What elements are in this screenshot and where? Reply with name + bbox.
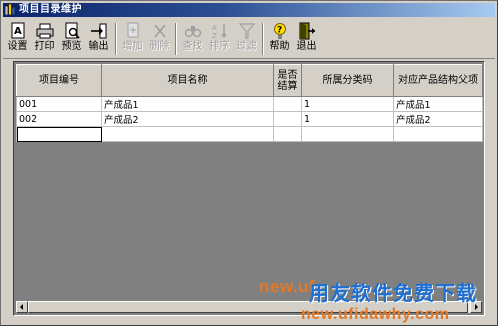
add-button[interactable]: 增加 bbox=[120, 22, 145, 56]
print-label: 打印 bbox=[34, 41, 55, 52]
toolbar: A 设置 打印 预览 输出 增加 删除 查找 AZ 排序 过滤 ? 帮助 退出 bbox=[3, 18, 495, 59]
cell-bom-parent[interactable]: 产成品2 bbox=[393, 111, 483, 127]
filter-label: 过滤 bbox=[236, 41, 257, 52]
settings-label: 设置 bbox=[7, 41, 28, 52]
settings-icon: A bbox=[11, 22, 24, 39]
scroll-left-button[interactable] bbox=[16, 301, 28, 313]
svg-text:A: A bbox=[212, 24, 217, 32]
window: 项目目录维护 A 设置 打印 预览 输出 增加 删除 查找 A Z 排序 过滤 … bbox=[0, 0, 498, 326]
export-label: 输出 bbox=[88, 41, 109, 52]
sort-icon: AZ bbox=[212, 24, 227, 40]
toolbar-separator bbox=[175, 23, 177, 55]
watermark-brand: 用友软件免费下载 bbox=[309, 281, 477, 305]
cell-project-name[interactable] bbox=[101, 126, 274, 142]
cell-project-code[interactable]: 001 bbox=[16, 96, 102, 112]
exit-icon bbox=[299, 22, 315, 40]
preview-button[interactable]: 预览 bbox=[59, 22, 84, 56]
cell-category-code[interactable] bbox=[301, 126, 394, 142]
column-header-project-code[interactable]: 项目编号 bbox=[16, 64, 102, 97]
toolbar-separator bbox=[115, 23, 117, 55]
preview-label: 预览 bbox=[61, 41, 82, 52]
table-row[interactable]: 001 产成品1 1 产成品1 bbox=[16, 96, 483, 112]
sort-label: 排序 bbox=[209, 41, 230, 52]
filter-icon bbox=[238, 23, 255, 39]
exit-label: 退出 bbox=[296, 41, 317, 52]
export-button[interactable]: 输出 bbox=[86, 22, 111, 56]
window-title: 项目目录维护 bbox=[19, 4, 82, 15]
table-row-new[interactable] bbox=[16, 126, 483, 142]
project-table: 项目编号 项目名称 是否结算 所属分类码 对应产品结构父项 001 产成品1 1… bbox=[16, 64, 483, 142]
cell-category-code[interactable]: 1 bbox=[301, 96, 394, 112]
find-icon bbox=[184, 26, 201, 38]
preview-icon bbox=[65, 22, 80, 39]
cell-settled[interactable] bbox=[273, 111, 302, 127]
svg-text:A: A bbox=[14, 26, 22, 37]
sort-button[interactable]: AZ 排序 bbox=[207, 22, 232, 56]
help-label: 帮助 bbox=[269, 41, 290, 52]
toolbar-separator bbox=[262, 23, 264, 55]
app-icon bbox=[5, 4, 15, 15]
cell-project-code[interactable]: 002 bbox=[16, 111, 102, 127]
add-icon bbox=[127, 22, 138, 38]
help-icon: ? bbox=[273, 23, 286, 39]
find-label: 查找 bbox=[182, 41, 203, 52]
cell-project-name[interactable]: 产成品2 bbox=[101, 111, 274, 127]
print-button[interactable]: 打印 bbox=[32, 22, 57, 56]
column-header-category-code[interactable]: 所属分类码 bbox=[301, 64, 394, 97]
settings-button[interactable]: A 设置 bbox=[5, 22, 30, 56]
exit-button[interactable]: 退出 bbox=[294, 22, 319, 56]
title-bar[interactable]: 项目目录维护 bbox=[3, 3, 495, 17]
table-row[interactable]: 002 产成品2 1 产成品2 bbox=[16, 111, 483, 127]
printer-icon bbox=[36, 23, 53, 39]
delete-button[interactable]: 删除 bbox=[147, 22, 172, 56]
cell-bom-parent[interactable]: 产成品1 bbox=[393, 96, 483, 112]
watermark-prefix: new.uf bbox=[259, 277, 316, 296]
add-label: 增加 bbox=[122, 41, 143, 52]
delete-icon bbox=[153, 24, 166, 38]
table-header-row: 项目编号 项目名称 是否结算 所属分类码 对应产品结构父项 bbox=[16, 64, 483, 97]
svg-text:Z: Z bbox=[212, 32, 217, 40]
column-header-settled[interactable]: 是否结算 bbox=[273, 64, 302, 97]
export-icon bbox=[90, 23, 106, 39]
delete-label: 删除 bbox=[149, 41, 170, 52]
help-button[interactable]: ? 帮助 bbox=[267, 22, 292, 56]
arrow-left-icon bbox=[20, 304, 23, 310]
cell-project-name[interactable]: 产成品1 bbox=[101, 96, 274, 112]
column-header-bom-parent[interactable]: 对应产品结构父项 bbox=[393, 64, 483, 97]
find-button[interactable]: 查找 bbox=[180, 22, 205, 56]
filter-button[interactable]: 过滤 bbox=[234, 22, 259, 56]
svg-text:?: ? bbox=[277, 26, 282, 36]
cell-project-code-editing[interactable] bbox=[16, 126, 102, 142]
cell-settled[interactable] bbox=[273, 126, 302, 142]
cell-bom-parent[interactable] bbox=[393, 126, 483, 142]
cell-settled[interactable] bbox=[273, 96, 302, 112]
watermark-url: new.ufidawhy.com bbox=[301, 306, 450, 323]
column-header-project-name[interactable]: 项目名称 bbox=[101, 64, 274, 97]
cell-category-code[interactable]: 1 bbox=[301, 111, 394, 127]
